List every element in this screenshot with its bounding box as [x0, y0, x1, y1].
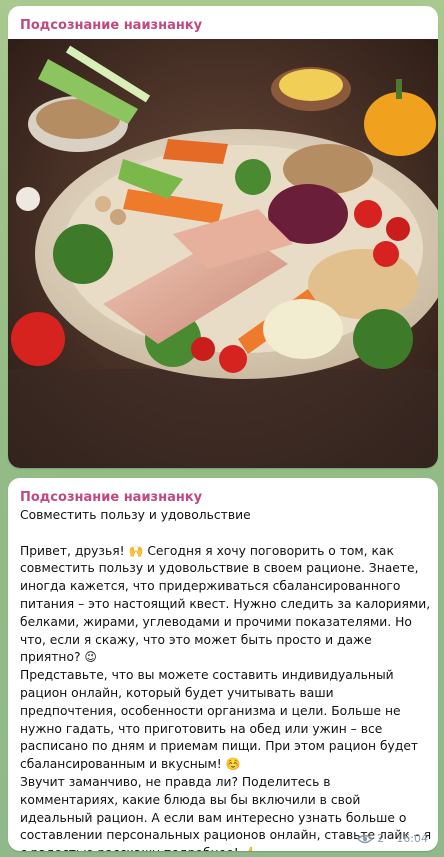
raising-hands-emoji-icon: 🙌	[128, 543, 144, 558]
wink-emoji-icon: 😉	[84, 650, 97, 665]
food-photo[interactable]	[8, 39, 438, 468]
food-plate-illustration	[8, 39, 438, 468]
thumbs-up-emoji-icon: 👍	[243, 846, 258, 851]
channel-name[interactable]: Подсознание наизнанку	[8, 478, 438, 508]
paragraph-2: Представьте, что вы можете составить инд…	[20, 668, 419, 772]
message-meta: 2 16:04	[357, 832, 428, 845]
message-card-image[interactable]: Подсознание наизнанку	[8, 6, 438, 468]
paragraph-1: Привет, друзья! 🙌 Сегодня я хочу поговор…	[20, 543, 431, 665]
message-time: 16:04	[396, 832, 428, 845]
message-text: Совместить пользу и удовольствие Привет,…	[20, 507, 432, 851]
smile-emoji-icon: ☺️	[225, 757, 241, 772]
post-title: Совместить пользу и удовольствие	[20, 508, 251, 522]
message-card-text[interactable]: Подсознание наизнанку Совместить пользу …	[8, 478, 438, 851]
eye-icon	[357, 834, 374, 843]
view-count: 2	[377, 832, 385, 845]
channel-name[interactable]: Подсознание наизнанку	[8, 6, 438, 36]
